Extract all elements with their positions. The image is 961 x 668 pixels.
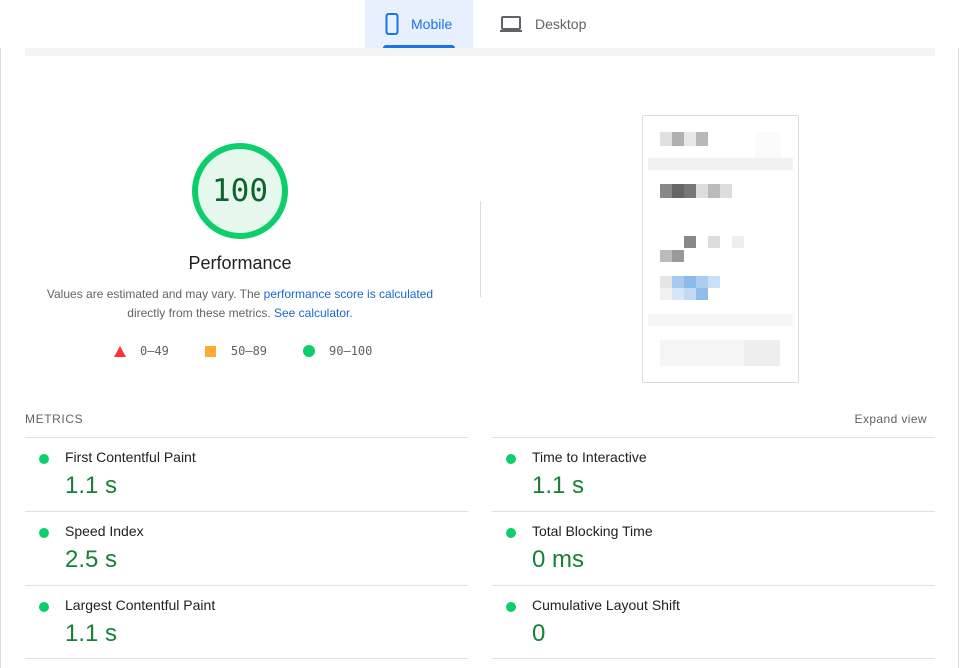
legend-poor: 0–49: [114, 344, 169, 358]
legend-good: 90–100: [303, 344, 372, 358]
metric-largest-contentful-paint: Largest Contentful Paint 1.1 s: [25, 585, 468, 659]
score-legend: 0–49 50–89 90–100: [114, 344, 372, 358]
circle-icon: [303, 345, 316, 357]
metric-value: 2.5 s: [65, 546, 118, 573]
page-screenshot-thumbnail[interactable]: [642, 115, 799, 383]
performance-score: 100: [212, 173, 268, 209]
legend-poor-range: 0–49: [140, 344, 169, 358]
score-description: Values are estimated and may vary. The p…: [30, 285, 450, 323]
good-status-icon: [506, 602, 516, 612]
good-status-icon: [506, 454, 516, 464]
metric-value: 1.1 s: [65, 620, 118, 647]
good-status-icon: [39, 454, 49, 464]
legend-average: 50–89: [204, 344, 268, 358]
metric-name: Cumulative Layout Shift: [532, 597, 680, 613]
metric-time-to-interactive: Time to Interactive 1.1 s: [492, 437, 935, 511]
metric-value: 0: [532, 620, 546, 647]
metric-value: 0 ms: [532, 546, 585, 573]
metric-name: Speed Index: [65, 523, 144, 539]
legend-average-range: 50–89: [230, 344, 268, 358]
device-tabs: Mobile Desktop: [365, 0, 604, 48]
metric-name: First Contentful Paint: [65, 449, 196, 465]
good-status-icon: [39, 528, 49, 538]
tab-mobile-label: Mobile: [411, 16, 453, 32]
laptop-icon: [499, 15, 523, 33]
good-status-icon: [39, 602, 49, 612]
expand-view-toggle[interactable]: Expand view: [855, 412, 927, 426]
desc-middle: directly from these metrics.: [127, 306, 274, 320]
section-divider: [480, 201, 481, 297]
card-top-bar: [25, 48, 935, 56]
desc-prefix: Values are estimated and may vary. The: [46, 287, 264, 301]
triangle-icon: [114, 345, 126, 357]
square-icon: [204, 345, 217, 357]
tab-desktop[interactable]: Desktop: [473, 0, 604, 48]
metric-name: Total Blocking Time: [532, 523, 653, 539]
score-calculated-link[interactable]: performance score is calculated: [264, 287, 433, 301]
performance-gauge[interactable]: 100: [190, 141, 290, 241]
see-calculator-link[interactable]: See calculator.: [274, 306, 353, 320]
metric-value: 1.1 s: [65, 472, 118, 499]
metric-first-contentful-paint: First Contentful Paint 1.1 s: [25, 437, 468, 511]
tab-desktop-label: Desktop: [535, 16, 587, 32]
performance-title: Performance: [188, 253, 292, 273]
smartphone-icon: [385, 13, 399, 35]
tab-mobile[interactable]: Mobile: [365, 0, 473, 48]
metric-speed-index: Speed Index 2.5 s: [25, 511, 468, 585]
metric-value: 1.1 s: [532, 472, 585, 499]
metric-name: Largest Contentful Paint: [65, 597, 216, 613]
metrics-bottom-divider: [25, 658, 468, 659]
metrics-heading: METRICS: [25, 412, 84, 426]
metrics-bottom-divider: [492, 658, 935, 659]
good-status-icon: [506, 528, 516, 538]
metric-total-blocking-time: Total Blocking Time 0 ms: [492, 511, 935, 585]
metric-cumulative-layout-shift: Cumulative Layout Shift 0: [492, 585, 935, 659]
legend-good-range: 90–100: [329, 344, 373, 358]
metric-name: Time to Interactive: [532, 449, 647, 465]
